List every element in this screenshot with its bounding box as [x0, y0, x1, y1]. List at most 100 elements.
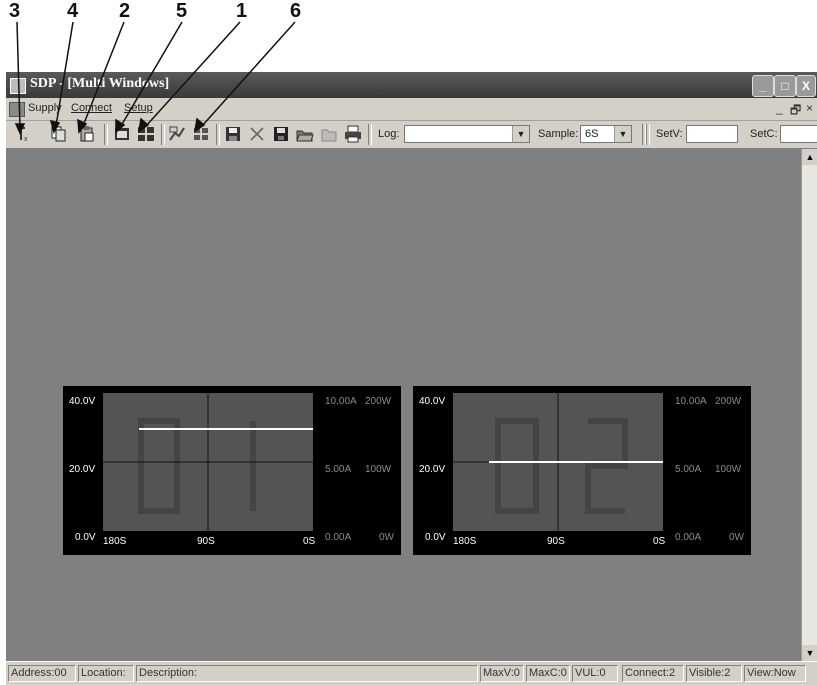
status-description: Description: [136, 665, 478, 682]
scroll-up-arrow-icon[interactable]: ▲ [802, 149, 817, 165]
v-label-mid: 20.0V [69, 464, 96, 475]
time-label-mid: 90S [197, 536, 215, 547]
setc-label: SetC: [750, 128, 778, 140]
folder-icon[interactable] [320, 125, 338, 143]
callout-1: 1 [236, 0, 248, 22]
menu-bar: Supply Connect Setup _ 🗗 × [6, 98, 817, 121]
v-label-bottom: 0.0V [75, 532, 96, 543]
sample-label: Sample: [538, 128, 579, 140]
status-location: Location: [78, 665, 134, 682]
time-label-mid: 90S [547, 536, 565, 547]
v-label-mid: 20.0V [419, 464, 446, 475]
plot-svg [103, 393, 313, 531]
time-label-start: 180S [103, 536, 127, 547]
setv-label: SetV: [656, 128, 683, 140]
w-label-bottom: 0W [729, 532, 744, 543]
chevron-down-icon[interactable]: ▼ [614, 126, 631, 142]
menu-connect[interactable]: Connect [71, 102, 112, 114]
w-label-top: 200W [365, 396, 392, 407]
single-window-icon[interactable] [113, 125, 131, 143]
callout-area: 3 4 2 5 1 6 [0, 0, 817, 72]
toolbar-separator [104, 124, 108, 145]
v-label-top: 40.0V [419, 396, 446, 407]
digit-two-shape [585, 418, 628, 514]
log-label: Log: [378, 128, 400, 140]
save-icon[interactable] [224, 125, 242, 143]
v-label-bottom: 0.0V [425, 532, 446, 543]
status-view: View:Now [744, 665, 806, 682]
chart-icon[interactable] [168, 125, 186, 143]
toolbar-separator [368, 124, 372, 145]
v-label-top: 40.0V [69, 396, 96, 407]
time-label-end: 0S [653, 536, 666, 547]
time-label-start: 180S [453, 536, 477, 547]
svg-text:x: x [24, 136, 28, 143]
w-label-top: 200W [715, 396, 742, 407]
sample-dropdown[interactable]: 6S ▼ [580, 125, 632, 143]
plot-area [103, 393, 313, 531]
vertical-scrollbar[interactable]: ▲ ▼ [801, 149, 817, 661]
plot-svg [453, 393, 663, 531]
copy-icon[interactable] [50, 125, 68, 143]
w-label-mid: 100W [715, 464, 742, 475]
delete-icon[interactable] [248, 125, 266, 143]
scroll-down-arrow-icon[interactable]: ▼ [802, 645, 817, 661]
toolbar-separator [646, 124, 650, 145]
a-label-top: 10.00A [325, 396, 357, 407]
app-window: SDP - [Multi Windows] _ □ X Supply Conne… [6, 72, 817, 685]
status-connect: Connect:2 [622, 665, 684, 682]
maximize-button[interactable]: □ [774, 75, 796, 97]
sample-value: 6S [585, 128, 599, 140]
time-label-end: 0S [303, 536, 316, 547]
toolbar: x Log: ▼ Sample: 6S ▼ SetV: SetC: [6, 121, 817, 149]
mdi-restore-button[interactable]: 🗗 [790, 101, 801, 122]
digits-watermark [138, 418, 256, 514]
close-button[interactable]: X [796, 75, 816, 97]
supply-panel-02[interactable]: 40.0V 20.0V 0.0V 10.00A 5.00A 0.00A 200W… [413, 386, 751, 555]
grid-icon[interactable] [192, 125, 210, 143]
a-label-mid: 5.00A [325, 464, 352, 475]
digit-zero-shape [138, 418, 180, 514]
status-maxv: MaxV:0 [480, 665, 524, 682]
mdi-client-area: 40.0V 20.0V 0.0V 10.00A 5.00A 0.00A 200W… [6, 149, 801, 661]
callout-6: 6 [290, 0, 302, 22]
chevron-down-icon[interactable]: ▼ [512, 126, 529, 142]
multi-window-icon[interactable] [137, 125, 155, 143]
setv-input[interactable] [686, 125, 738, 143]
open-icon[interactable] [296, 125, 314, 143]
toolbar-separator [216, 124, 220, 145]
supply-panel-01[interactable]: 40.0V 20.0V 0.0V 10.00A 5.00A 0.00A 200W… [63, 386, 401, 555]
menu-supply[interactable]: Supply [28, 102, 62, 114]
status-maxc: MaxC:0 [526, 665, 570, 682]
minimize-button[interactable]: _ [752, 75, 774, 97]
save-as-icon[interactable] [272, 125, 290, 143]
app-icon [10, 78, 26, 94]
callout-4: 4 [67, 0, 79, 22]
mdi-child-icon[interactable] [9, 102, 25, 117]
digits-watermark [495, 418, 628, 514]
tx-icon[interactable]: x [14, 125, 32, 143]
a-label-top: 10.00A [675, 396, 707, 407]
mdi-close-button[interactable]: × [806, 101, 813, 115]
setc-input[interactable] [780, 125, 817, 143]
mdi-minimize-button[interactable]: _ [776, 101, 783, 115]
print-icon[interactable] [344, 125, 362, 143]
callout-3: 3 [9, 0, 21, 22]
status-address: Address:00 [8, 665, 76, 682]
callout-2: 2 [119, 0, 131, 22]
menu-setup[interactable]: Setup [124, 102, 153, 114]
status-vul: VUL:0 [572, 665, 618, 682]
a-label-bottom: 0.00A [675, 532, 702, 543]
callout-5: 5 [176, 0, 188, 22]
paste-icon[interactable] [78, 125, 96, 143]
toolbar-separator [161, 124, 165, 145]
plot-area [453, 393, 663, 531]
title-bar[interactable]: SDP - [Multi Windows] _ □ X [6, 72, 817, 98]
w-label-bottom: 0W [379, 532, 394, 543]
status-visible: Visible:2 [686, 665, 742, 682]
digit-zero-shape [495, 418, 539, 514]
a-label-bottom: 0.00A [325, 532, 352, 543]
a-label-mid: 5.00A [675, 464, 702, 475]
status-bar: Address:00 Location: Description: MaxV:0… [6, 661, 817, 685]
log-dropdown[interactable]: ▼ [404, 125, 530, 143]
